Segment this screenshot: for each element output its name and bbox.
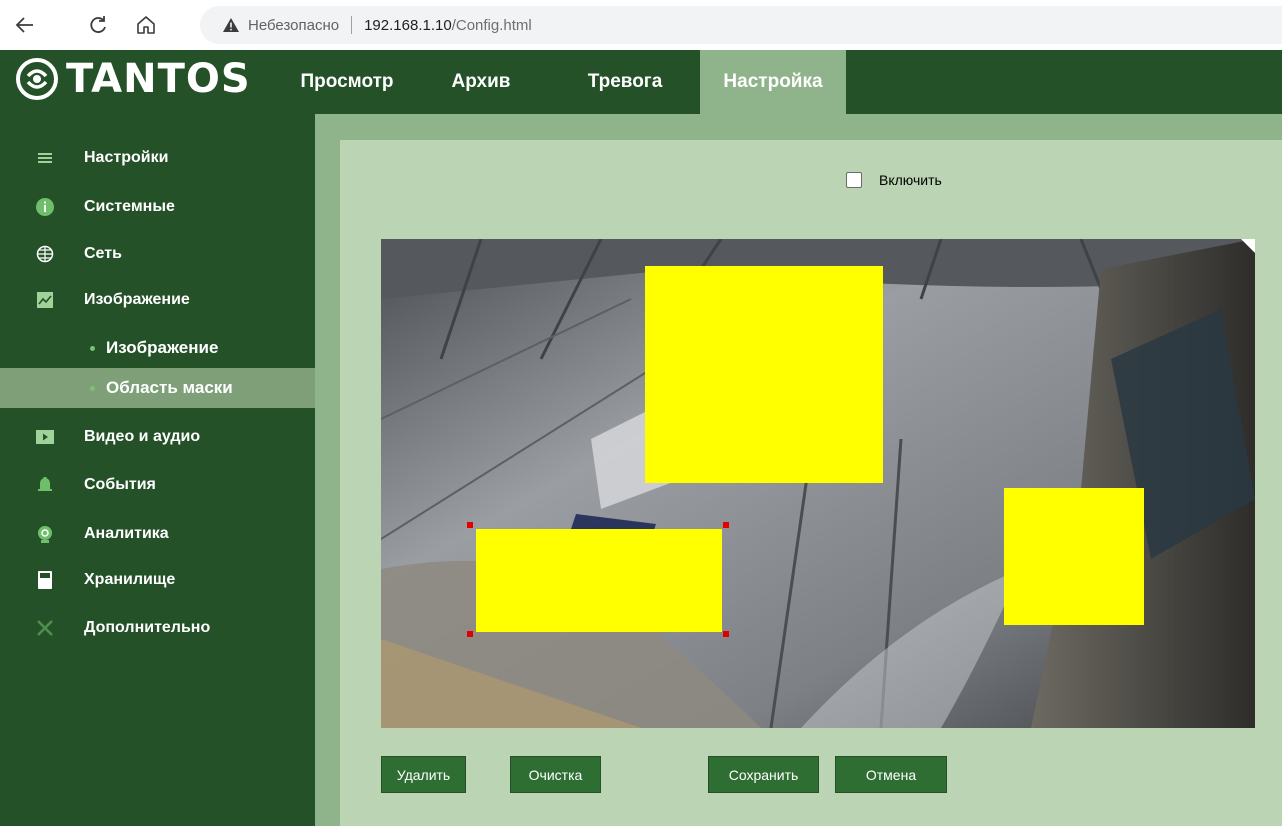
- sidebar-item-storage[interactable]: Хранилище: [0, 557, 315, 603]
- video-icon: [34, 426, 56, 448]
- info-icon: [34, 196, 56, 218]
- video-preview[interactable]: [381, 239, 1255, 728]
- cancel-button[interactable]: Отмена: [835, 756, 947, 793]
- tab-view[interactable]: Просмотр: [282, 50, 412, 114]
- resize-handle-bottom-left[interactable]: [467, 631, 473, 637]
- sidebar-item-label: Сеть: [84, 245, 122, 262]
- globe-icon: [34, 243, 56, 265]
- bell-icon: [34, 474, 56, 496]
- sidebar-subitem-image[interactable]: Изображение: [0, 328, 315, 368]
- resize-handle-top-right[interactable]: [723, 522, 729, 528]
- bullet-icon: [90, 345, 95, 351]
- sidebar-item-network[interactable]: Сеть: [0, 231, 315, 277]
- sidebar-item-label: Видео и аудио: [84, 428, 201, 445]
- logo-emblem-icon: [16, 58, 58, 100]
- sidebar-subitem-label: Область маски: [106, 378, 233, 397]
- mask-area-selected[interactable]: [476, 529, 722, 632]
- browser-toolbar: Небезопасно 192.168.1.10/Config.html: [0, 0, 1282, 50]
- url-path: /Config.html: [451, 16, 532, 34]
- sidebar-item-label: Дополнительно: [84, 619, 211, 636]
- delete-button[interactable]: Удалить: [381, 756, 466, 793]
- sidebar-item-advanced[interactable]: Дополнительно: [0, 605, 315, 651]
- resize-handle-bottom-right[interactable]: [723, 631, 729, 637]
- enable-row: Включить: [846, 172, 942, 188]
- back-arrow-icon[interactable]: [10, 10, 40, 40]
- sidebar-item-analytics[interactable]: Аналитика: [0, 511, 315, 557]
- url-host: 192.168.1.10: [364, 16, 452, 34]
- sidebar-item-label: Настройки: [84, 149, 169, 166]
- sidebar-item-label: Изображение: [84, 291, 190, 308]
- logo-text: TANTOS: [66, 56, 251, 102]
- tab-alarm[interactable]: Тревога: [560, 50, 690, 114]
- clear-button[interactable]: Очистка: [510, 756, 601, 793]
- storage-icon: [34, 569, 56, 591]
- sidebar-item-label: События: [84, 476, 156, 493]
- tools-icon: [34, 617, 56, 639]
- warning-icon[interactable]: [222, 17, 240, 33]
- reload-icon[interactable]: [83, 10, 113, 40]
- sidebar-item-system[interactable]: Системные: [0, 184, 315, 230]
- tab-settings[interactable]: Настройка: [700, 50, 846, 114]
- save-button[interactable]: Сохранить: [708, 756, 819, 793]
- url-divider: [351, 16, 353, 34]
- tantos-logo: TANTOS: [14, 54, 251, 104]
- enable-checkbox[interactable]: [846, 172, 862, 188]
- image-icon: [34, 289, 56, 311]
- sidebar-item-video-audio[interactable]: Видео и аудио: [0, 414, 315, 460]
- mask-area-2[interactable]: [1004, 488, 1144, 625]
- sidebar-item-events[interactable]: События: [0, 462, 315, 508]
- mask-area-1[interactable]: [645, 266, 883, 483]
- sidebar-item-label: Системные: [84, 198, 175, 215]
- sidebar-subitem-mask-area[interactable]: Область маски: [0, 368, 315, 408]
- sidebar-item-label: Хранилище: [84, 571, 176, 588]
- resize-handle-top-left[interactable]: [467, 522, 473, 528]
- security-status: Небезопасно: [248, 16, 340, 34]
- tab-archive[interactable]: Архив: [436, 50, 526, 114]
- sidebar-subitem-label: Изображение: [106, 338, 219, 357]
- analytics-icon: [34, 523, 56, 545]
- enable-label: Включить: [879, 172, 942, 188]
- home-icon[interactable]: [131, 10, 161, 40]
- bullet-icon: [90, 385, 95, 391]
- sidebar: Настройки Системные Сеть Изображение Изо…: [0, 114, 315, 826]
- list-icon: [34, 147, 56, 169]
- address-bar[interactable]: Небезопасно 192.168.1.10/Config.html: [200, 6, 1282, 44]
- sidebar-item-label: Аналитика: [84, 525, 169, 542]
- app-header: TANTOS Просмотр Архив Тревога Настройка: [0, 50, 1282, 114]
- sidebar-item-image[interactable]: Изображение: [0, 277, 315, 323]
- sidebar-item-settings[interactable]: Настройки: [0, 135, 315, 181]
